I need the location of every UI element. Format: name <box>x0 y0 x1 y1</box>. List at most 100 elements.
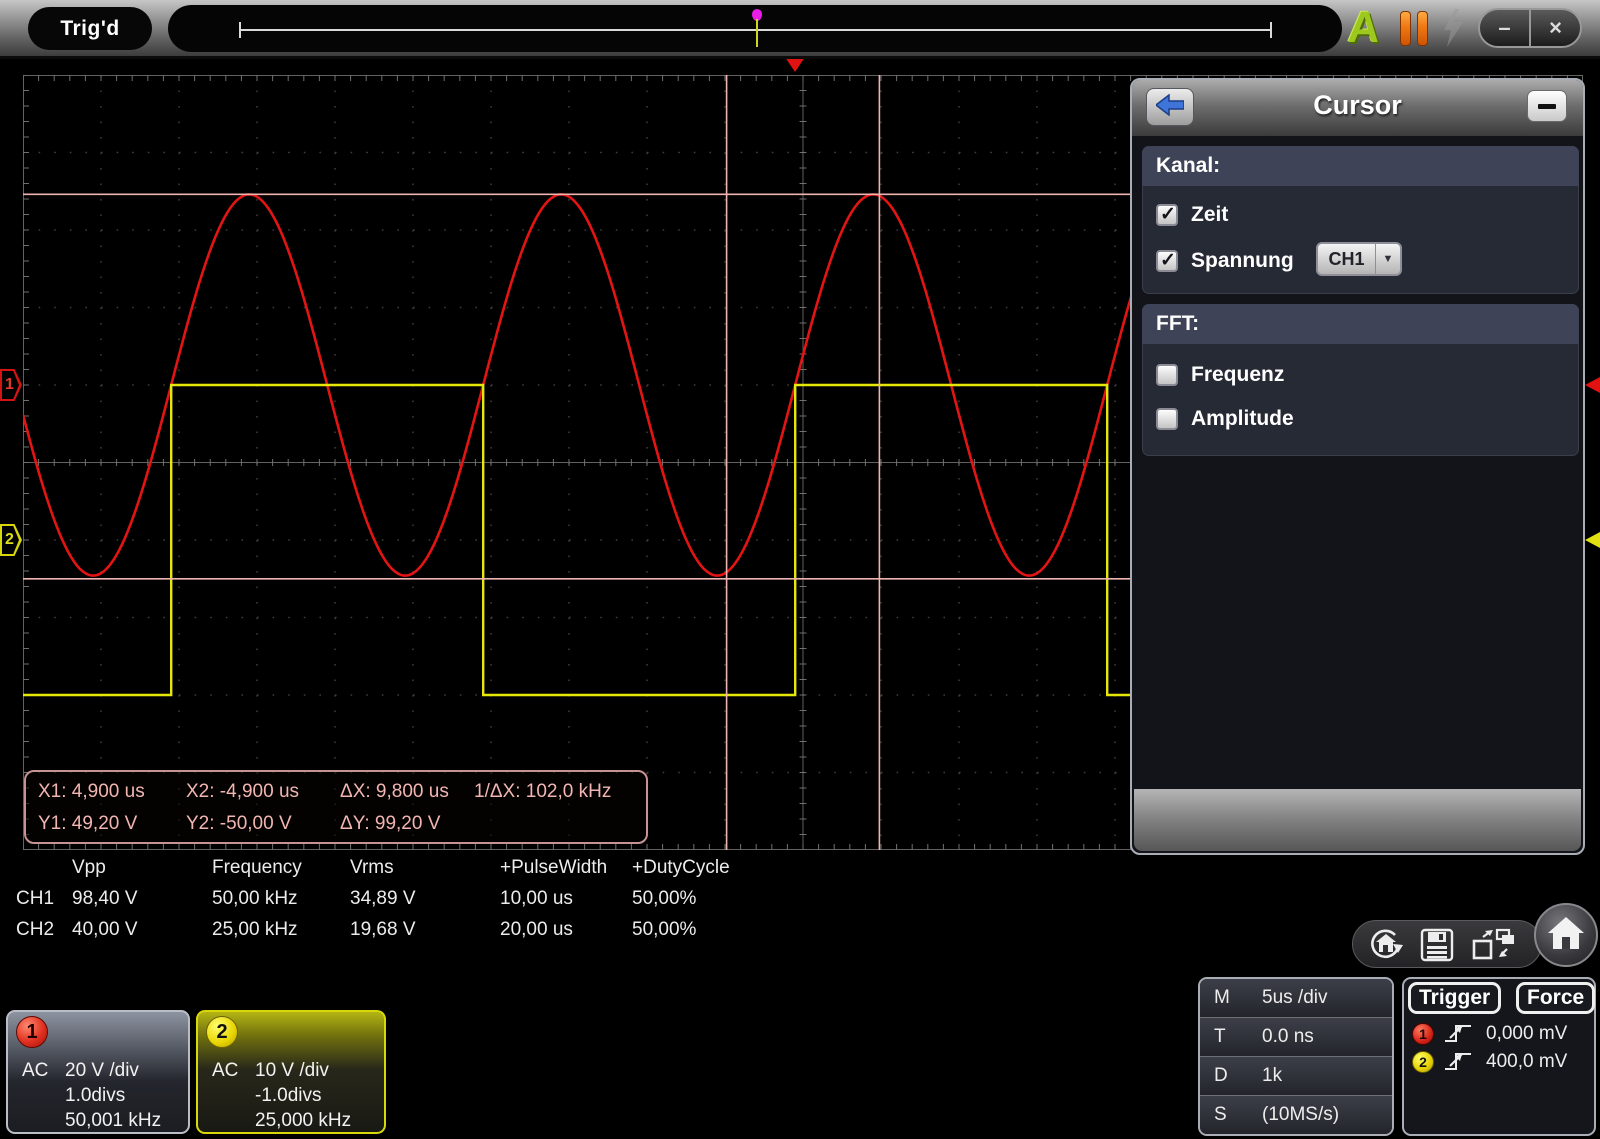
ch2-pulsewidth: 20,00 us <box>500 919 573 941</box>
timebase-row-d: D 1k <box>1200 1057 1392 1096</box>
amplitude-checkbox[interactable] <box>1156 408 1178 430</box>
table-row: CH1 98,40 V 50,00 kHz 34,89 V 10,00 us 5… <box>0 888 780 912</box>
window-minimize-button[interactable]: – <box>1480 10 1531 46</box>
oscilloscope-app: { "window": { "trigger_status": "Trig'd"… <box>0 0 1600 1139</box>
selected-channel: CH1 <box>1318 244 1375 274</box>
ch1-settings-box[interactable]: 1 AC 20 V /div 1.0divs 50,001 kHz <box>6 1010 190 1134</box>
scrollbar-right-tick <box>1270 22 1272 38</box>
scrollbar-left-tick <box>239 22 241 38</box>
cursor-dx-value: ΔX: 9,800 us <box>340 781 449 803</box>
copy-export-icon[interactable] <box>1471 927 1517 968</box>
row-channel-label: CH2 <box>16 919 54 941</box>
cursor-panel-header: Cursor <box>1132 80 1583 136</box>
ch2-frequency-readout: 25,000 kHz <box>255 1110 351 1132</box>
timebase-value-t: 0.0 ns <box>1262 1026 1314 1048</box>
home-icon <box>1546 915 1586 956</box>
zeit-label: Zeit <box>1191 203 1228 227</box>
pause-acquisition-icon[interactable] <box>1400 11 1430 47</box>
ch2-frequency: 25,00 kHz <box>212 919 298 941</box>
ch1-dutycycle: 50,00% <box>632 888 696 910</box>
panel-title: Cursor <box>1132 90 1583 121</box>
frequenz-checkbox[interactable] <box>1156 364 1178 386</box>
horizontal-position-scrollbar[interactable] <box>168 5 1342 52</box>
ch2-coupling: AC <box>212 1060 238 1082</box>
panel-minimize-button[interactable] <box>1527 90 1567 122</box>
cursor-readout-box: X1: 4,900 us X2: -4,900 us ΔX: 9,800 us … <box>24 770 648 844</box>
spannung-channel-select[interactable]: CH1 ▼ <box>1316 242 1402 276</box>
force-trigger-button[interactable]: Force <box>1516 982 1595 1014</box>
timebase-row-m: M 5us /div <box>1200 979 1392 1018</box>
frequenz-label: Frequenz <box>1191 363 1284 387</box>
zeit-checkbox[interactable] <box>1156 204 1178 226</box>
window-controls: – × <box>1478 8 1582 48</box>
trigger-info-box: Trigger Force 1 0,000 mV 2 400,0 mV <box>1402 977 1596 1136</box>
window-titlebar: Trig'd A – × <box>0 0 1600 59</box>
row-channel-label: CH1 <box>16 888 54 910</box>
cursor-y1-value: Y1: 49,20 V <box>38 813 137 835</box>
col-header-vpp: Vpp <box>72 857 106 879</box>
home-button[interactable] <box>1534 903 1598 967</box>
ch1-trigger-level-arrow-icon[interactable] <box>1585 377 1600 393</box>
ch1-vrms: 34,89 V <box>350 888 416 910</box>
ch1-coupling: AC <box>22 1060 48 1082</box>
trigger-status-text: Trig'd <box>60 17 119 41</box>
timebase-box[interactable]: M 5us /div T 0.0 ns D 1k S (10MS/s) <box>1198 977 1394 1136</box>
amplitude-label: Amplitude <box>1191 407 1294 431</box>
ch1-frequency-readout: 50,001 kHz <box>65 1110 161 1132</box>
ch2-badge: 2 <box>206 1016 238 1048</box>
ch2-vrms: 19,68 V <box>350 919 416 941</box>
ch2-settings-box[interactable]: 2 AC 10 V /div -1.0divs 25,000 kHz <box>196 1010 386 1134</box>
spannung-row: Spannung CH1 ▼ <box>1156 248 1556 274</box>
col-header-dutycycle: +DutyCycle <box>632 857 730 879</box>
ch1-trigger-level: 0,000 mV <box>1486 1023 1567 1045</box>
lightning-icon <box>1440 9 1466 52</box>
ch1-badge: 1 <box>16 1016 48 1048</box>
trigger-status-badge: Trig'd <box>28 7 152 50</box>
ch1-zero-level-marker[interactable]: 1 <box>0 369 22 401</box>
spannung-checkbox[interactable] <box>1156 250 1178 272</box>
chevron-down-icon: ▼ <box>1375 244 1400 274</box>
quick-actions-bar <box>1352 920 1542 968</box>
timebase-label-t: T <box>1214 1026 1226 1048</box>
frequenz-row: Frequenz <box>1156 362 1284 388</box>
ch1-trigger-badge: 1 <box>1412 1023 1434 1045</box>
timebase-label-m: M <box>1214 987 1230 1009</box>
ch1-scale: 20 V /div <box>65 1060 139 1082</box>
timebase-value-s: (10MS/s) <box>1262 1104 1339 1126</box>
cursor-x1-value: X1: 4,900 us <box>38 781 145 803</box>
timebase-label-s: S <box>1214 1104 1227 1126</box>
trigger-position-marker-stem <box>756 19 758 47</box>
timebase-row-s: S (10MS/s) <box>1200 1096 1392 1134</box>
app-logo: A <box>1346 2 1381 54</box>
col-header-vrms: Vrms <box>350 857 394 879</box>
cursor-panel: Cursor Kanal: Zeit Spannung CH1 ▼ FFT: F… <box>1130 78 1585 855</box>
ch2-dutycycle: 50,00% <box>632 919 696 941</box>
ch1-pulsewidth: 10,00 us <box>500 888 573 910</box>
ch2-trigger-level: 400,0 mV <box>1486 1051 1567 1073</box>
rising-edge-icon <box>1444 1022 1472 1050</box>
zeit-row: Zeit <box>1156 202 1228 228</box>
ch2-zero-level-marker[interactable]: 2 <box>0 524 22 556</box>
panel-footer <box>1134 789 1581 851</box>
timebase-value-m: 5us /div <box>1262 987 1327 1009</box>
trigger-button[interactable]: Trigger <box>1408 982 1501 1014</box>
cursor-dy-value: ΔY: 99,20 V <box>340 813 440 835</box>
col-header-pulsewidth: +PulseWidth <box>500 857 607 879</box>
ch1-position: 1.0divs <box>65 1085 125 1107</box>
window-close-button[interactable]: × <box>1531 10 1580 46</box>
ch2-vpp: 40,00 V <box>72 919 138 941</box>
timebase-label-d: D <box>1214 1065 1228 1087</box>
fft-section-header: FFT: <box>1142 304 1579 344</box>
ch2-scale: 10 V /div <box>255 1060 329 1082</box>
trigger-position-arrow-icon[interactable] <box>785 57 805 72</box>
ch2-trigger-level-arrow-icon[interactable] <box>1585 532 1600 548</box>
table-row: CH2 40,00 V 25,00 kHz 19,68 V 20,00 us 5… <box>0 919 780 943</box>
ch2-trigger-badge: 2 <box>1412 1051 1434 1073</box>
amplitude-row: Amplitude <box>1156 406 1294 432</box>
cursor-inv-dx-value: 1/ΔX: 102,0 kHz <box>474 781 611 803</box>
timebase-value-d: 1k <box>1262 1065 1282 1087</box>
ch1-vpp: 98,40 V <box>72 888 138 910</box>
save-icon[interactable] <box>1419 927 1455 968</box>
autoset-icon[interactable] <box>1367 927 1405 968</box>
fft-section: FFT: Frequenz Amplitude <box>1142 304 1579 456</box>
